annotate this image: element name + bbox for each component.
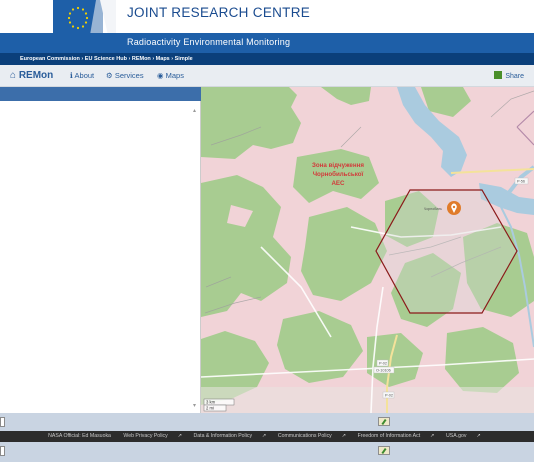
subtitle-bar: Radioactivity Environmental Monitoring <box>0 33 534 53</box>
sidebar-scrollbar[interactable] <box>192 108 197 408</box>
nav-brand-label: REMon <box>18 70 54 81</box>
main-nav: ⌂ REMon ℹ About ⚙ Services ◉ Maps Share <box>0 65 534 87</box>
footer-link-comms-policy[interactable]: Communications Policy <box>278 433 332 439</box>
nasa-official: NASA Official: Ed Masuoka <box>48 433 111 439</box>
map-view[interactable]: Зона відчуження Чорнобильської АЕС Чорно… <box>201 87 534 413</box>
location-marker-icon[interactable] <box>447 201 461 215</box>
nav-about-label: About <box>74 71 95 80</box>
site-subtitle: Radioactivity Environmental Monitoring <box>127 37 291 47</box>
pen-icon[interactable] <box>378 417 390 426</box>
road-shield-p02: P-02 <box>379 362 387 366</box>
site-title: JOINT RESEARCH CENTRE <box>127 5 311 20</box>
footer-link-foia[interactable]: Freedom of Information Act <box>358 433 421 439</box>
nav-brand-remon[interactable]: ⌂ REMon <box>10 70 53 81</box>
home-icon: ⌂ <box>10 70 17 81</box>
nav-item-services[interactable]: ⚙ Services <box>106 71 144 80</box>
place-label: Чорнобиль <box>424 207 442 211</box>
road-shield-p02b: P-02 <box>385 394 393 398</box>
globe-icon: ◉ <box>157 71 164 80</box>
share-label: Share <box>505 73 524 80</box>
nav-services-label: Services <box>114 71 144 80</box>
pen-icon-2[interactable] <box>378 446 390 455</box>
nav-maps-label: Maps <box>165 71 184 80</box>
footer-link-data-policy[interactable]: Data & Information Policy <box>194 433 253 439</box>
nav-item-about[interactable]: ℹ About <box>70 71 94 80</box>
footer-link-usagov[interactable]: USA.gov <box>446 433 466 439</box>
share-icon <box>494 71 503 79</box>
info-icon: ℹ <box>70 71 73 80</box>
sidebar-header <box>0 87 201 101</box>
sidebar-panel <box>0 101 201 429</box>
nav-item-maps[interactable]: ◉ Maps <box>157 71 184 80</box>
zone-label-line3: АЕС <box>331 180 345 187</box>
nasa-footer: NASA Official: Ed Masuoka Web Privacy Po… <box>0 431 534 442</box>
share-button[interactable]: Share <box>494 71 524 80</box>
footer-link-privacy[interactable]: Web Privacy Policy <box>123 433 167 439</box>
zone-label-line2: Чорнобильської <box>313 171 364 178</box>
breadcrumb[interactable]: European Commission › EU Science Hub › R… <box>0 53 534 65</box>
footer-left-tab-2[interactable] <box>0 446 5 456</box>
scale-km: 3 km <box>206 400 216 405</box>
footer-left-tab[interactable] <box>0 417 5 427</box>
map-canvas[interactable]: Зона відчуження Чорнобильської АЕС Чорно… <box>201 87 534 413</box>
road-shield-p56: P-56 <box>517 180 525 184</box>
road-shield-o10106: O-10106 <box>376 369 391 373</box>
zone-label-line1: Зона відчуження <box>312 162 364 169</box>
gears-icon: ⚙ <box>106 71 113 80</box>
footer-toolbar-top <box>0 413 534 431</box>
scale-mi: 2 mi <box>206 406 214 411</box>
footer-toolbar-bottom <box>0 442 534 462</box>
